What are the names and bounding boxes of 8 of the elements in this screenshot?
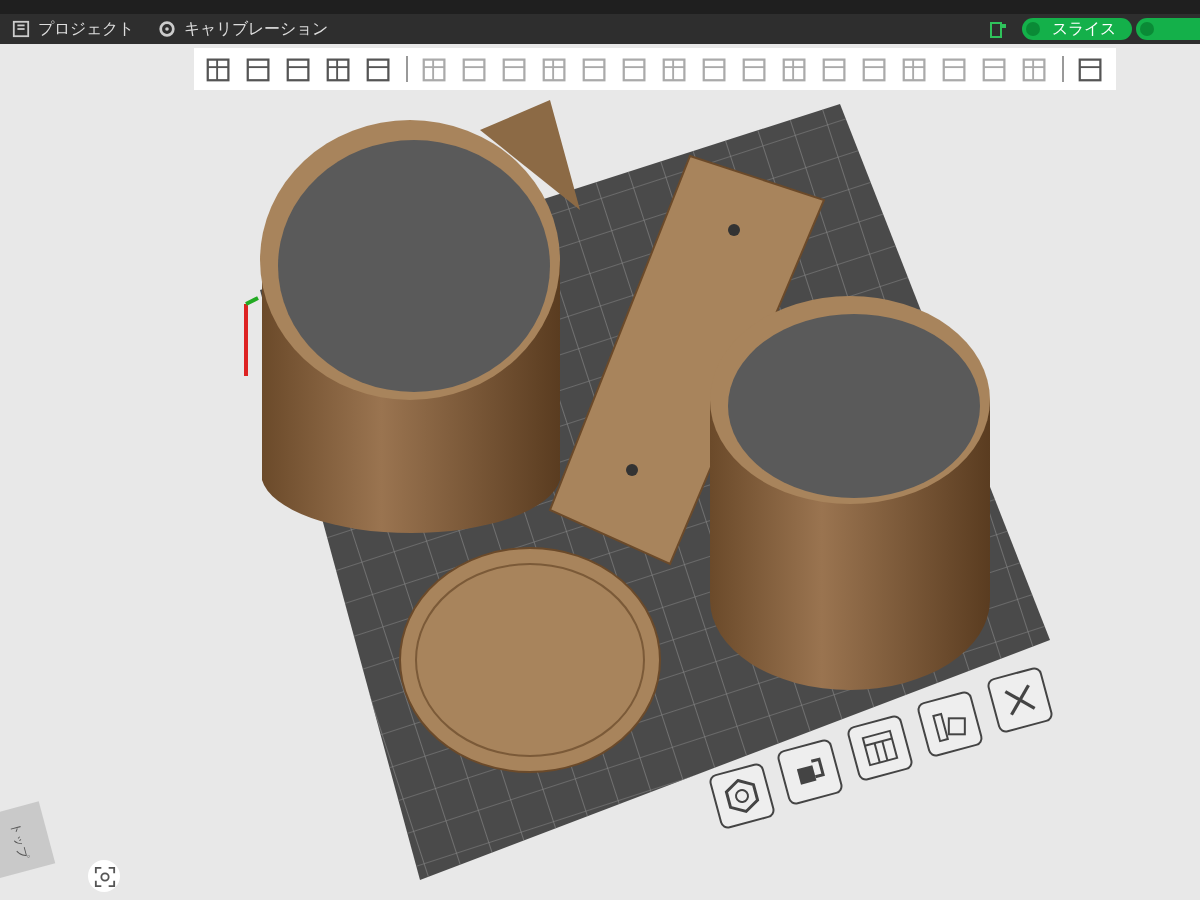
print-button[interactable] xyxy=(1136,18,1200,40)
axis-gizmo-icon xyxy=(244,296,259,376)
menu-tab[interactable]: プロジェクト xyxy=(0,17,146,41)
document-icon xyxy=(12,20,30,38)
box-icon[interactable] xyxy=(775,737,845,807)
target-icon xyxy=(158,20,176,38)
menu-tab[interactable]: キャリブレーション xyxy=(146,17,340,41)
fit-view-icon[interactable] xyxy=(88,860,120,892)
